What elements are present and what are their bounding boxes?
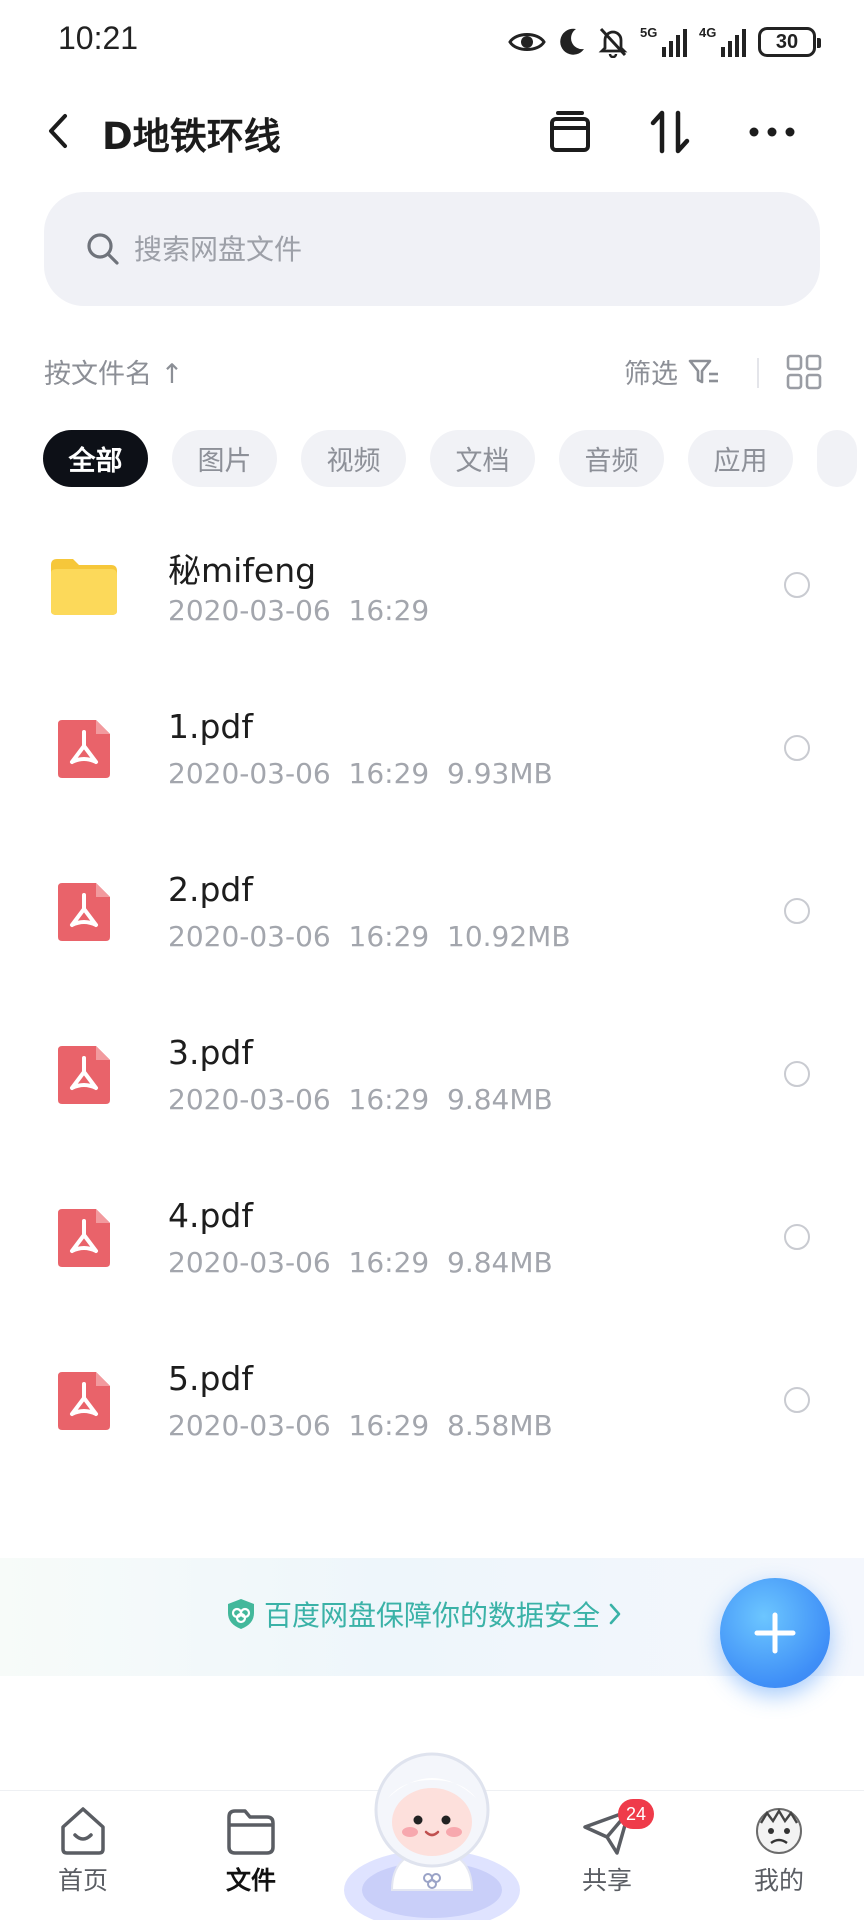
- file-meta: 2020-03-06 16:29 10.92MB: [168, 920, 571, 953]
- search-input[interactable]: [134, 232, 734, 266]
- nav-files[interactable]: 文件: [196, 1805, 306, 1915]
- file-list: 秘mifeng 2020-03-06 16:29 1.pdf 2020-03-0…: [0, 520, 864, 1498]
- file-meta: 2020-03-06 16:29 9.84MB: [168, 1246, 553, 1279]
- file-name: 4.pdf: [168, 1196, 253, 1235]
- sort-arrows-icon: [650, 110, 690, 154]
- file-name: 秘mifeng: [168, 551, 317, 590]
- chip-videos[interactable]: 视频: [301, 430, 406, 487]
- status-icons: 5G 4G 30: [508, 22, 821, 62]
- chevron-right-icon: [609, 1603, 621, 1625]
- chip-more[interactable]: [817, 430, 857, 487]
- list-item[interactable]: 2.pdf 2020-03-06 16:29 10.92MB: [0, 846, 864, 1009]
- back-button[interactable]: [36, 104, 80, 158]
- file-meta: 2020-03-06 16:29 9.84MB: [168, 1083, 553, 1116]
- chip-all[interactable]: 全部: [43, 430, 148, 487]
- page-title: D地铁环线: [102, 115, 281, 158]
- battery-icon: 30: [758, 27, 821, 57]
- grid-view-button[interactable]: [786, 354, 822, 390]
- file-meta: 2020-03-06 16:29 9.93MB: [168, 757, 553, 790]
- nav-mine[interactable]: 我的: [724, 1805, 834, 1915]
- pdf-icon: [48, 1039, 120, 1111]
- grid-view-icon: [786, 354, 822, 390]
- security-banner-content: 百度网盘保障你的数据安全: [226, 1594, 622, 1634]
- pdf-icon: [48, 1202, 120, 1274]
- file-meta: 2020-03-06 16:29: [168, 594, 430, 627]
- select-checkbox[interactable]: [784, 735, 810, 761]
- network-5g-label: 5G: [640, 25, 658, 40]
- bell-off-icon: [598, 27, 628, 58]
- chip-images[interactable]: 图片: [172, 430, 277, 487]
- nav-share[interactable]: 共享 24: [552, 1799, 662, 1915]
- mascot-assistant-button[interactable]: [342, 1740, 522, 1920]
- filter-icon: [688, 359, 718, 383]
- status-time: 10:21: [58, 20, 139, 56]
- moon-icon: [560, 28, 584, 55]
- list-item[interactable]: 3.pdf 2020-03-06 16:29 9.84MB: [0, 1009, 864, 1172]
- plus-icon: [754, 1612, 796, 1654]
- filter-button[interactable]: 筛选: [624, 352, 720, 391]
- list-item[interactable]: 秘mifeng 2020-03-06 16:29: [0, 520, 864, 683]
- notification-badge: 24: [618, 1799, 654, 1829]
- sort-by-name-toggle[interactable]: 按文件名 ↑: [44, 352, 183, 391]
- sort-button[interactable]: [642, 104, 698, 160]
- nav-home-label: 首页: [57, 1866, 108, 1895]
- folder-nav-icon: [227, 1809, 275, 1855]
- chevron-left-icon: [49, 114, 67, 148]
- signal-5g-icon: 5G: [640, 25, 687, 57]
- select-checkbox[interactable]: [784, 898, 810, 924]
- add-button[interactable]: [720, 1578, 830, 1688]
- pdf-icon: [48, 713, 120, 785]
- select-checkbox[interactable]: [784, 1061, 810, 1087]
- chip-audio[interactable]: 音频: [559, 430, 664, 487]
- avatar: [756, 1808, 802, 1854]
- file-meta: 2020-03-06 16:29 8.58MB: [168, 1409, 553, 1442]
- more-icon: [749, 127, 795, 137]
- home-icon: [61, 1807, 105, 1855]
- list-item[interactable]: 4.pdf 2020-03-06 16:29 9.84MB: [0, 1172, 864, 1335]
- network-4g-label: 4G: [699, 25, 717, 40]
- shield-icon: [228, 1599, 254, 1629]
- select-checkbox[interactable]: [784, 1387, 810, 1413]
- filter-label: 筛选: [624, 359, 678, 390]
- nav-share-label: 共享: [581, 1866, 632, 1895]
- battery-level: 30: [775, 30, 799, 53]
- sort-row: 按文件名 ↑ 筛选: [0, 348, 864, 396]
- more-button[interactable]: [744, 104, 800, 160]
- file-name: 1.pdf: [168, 707, 253, 746]
- archive-button[interactable]: [542, 104, 598, 160]
- divider: [757, 358, 759, 388]
- chip-documents[interactable]: 文档: [430, 430, 535, 487]
- select-checkbox[interactable]: [784, 1224, 810, 1250]
- list-item[interactable]: 1.pdf 2020-03-06 16:29 9.93MB: [0, 683, 864, 846]
- banner-text: 百度网盘保障你的数据安全: [264, 1599, 601, 1632]
- eye-icon: [508, 33, 546, 51]
- mascot-icon: [344, 1752, 520, 1920]
- category-chips: 全部 图片 视频 文档 音频 应用: [43, 430, 864, 488]
- nav-home[interactable]: 首页: [28, 1805, 138, 1915]
- file-name: 2.pdf: [168, 870, 253, 909]
- list-item[interactable]: 5.pdf 2020-03-06 16:29 8.58MB: [0, 1335, 864, 1498]
- search-bar[interactable]: [44, 192, 820, 306]
- file-name: 5.pdf: [168, 1359, 253, 1398]
- nav-files-label: 文件: [225, 1866, 276, 1895]
- pdf-icon: [48, 876, 120, 948]
- folder-icon: [48, 550, 120, 622]
- archive-icon: [550, 111, 590, 152]
- header: D地铁环线: [0, 88, 864, 174]
- chip-apps[interactable]: 应用: [688, 430, 793, 487]
- signal-4g-icon: 4G: [699, 25, 746, 57]
- search-icon: [87, 233, 119, 265]
- nav-mine-label: 我的: [753, 1866, 804, 1895]
- pdf-icon: [48, 1365, 120, 1437]
- status-bar: 10:21 5G 4G 30: [0, 0, 864, 80]
- select-checkbox[interactable]: [784, 572, 810, 598]
- file-name: 3.pdf: [168, 1033, 253, 1072]
